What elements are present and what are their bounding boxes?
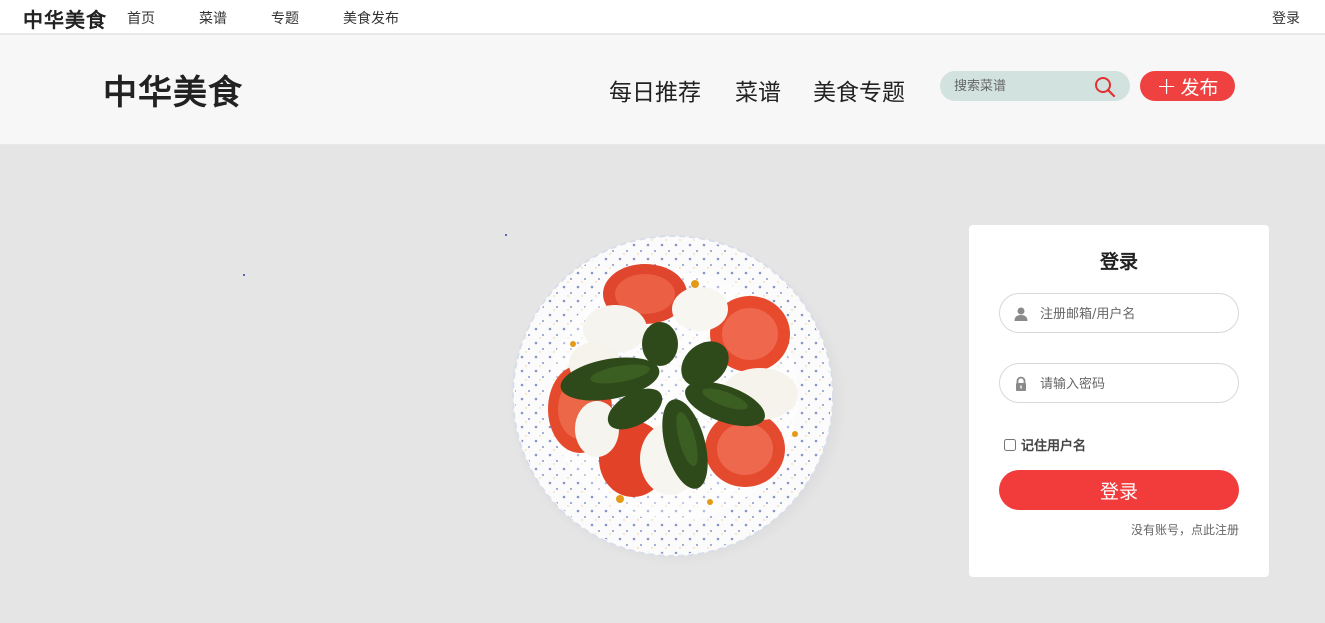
- food-plate-image: [507, 235, 845, 564]
- nav-daily-recommend[interactable]: 每日推荐: [609, 73, 701, 107]
- user-icon: [1014, 307, 1028, 321]
- top-login-link[interactable]: 登录: [1272, 8, 1300, 28]
- password-input[interactable]: [1040, 374, 1230, 394]
- decor-dot: [243, 274, 245, 276]
- remember-checkbox[interactable]: [1004, 438, 1016, 451]
- main-header: 中华美食 每日推荐 菜谱 美食专题 + 发布: [0, 35, 1325, 145]
- top-nav-publish[interactable]: 美食发布: [343, 8, 399, 28]
- nav-recipes[interactable]: 菜谱: [735, 73, 781, 107]
- password-field: [999, 363, 1239, 403]
- login-submit-button[interactable]: 登录: [999, 470, 1239, 510]
- register-link[interactable]: 没有账号，点此注册: [1131, 521, 1239, 538]
- search-input[interactable]: [954, 77, 1094, 95]
- login-card: 登录 记住用户名 登录 没有账号，点此注册: [969, 225, 1269, 577]
- publish-label: 发布: [1180, 76, 1219, 99]
- search-box: [940, 71, 1130, 101]
- lock-icon: [1016, 376, 1026, 391]
- login-title: 登录: [1099, 251, 1138, 273]
- username-input[interactable]: [1040, 304, 1230, 324]
- top-nav-home[interactable]: 首页: [127, 8, 155, 28]
- top-bar: 中华美食 首页 菜谱 专题 美食发布 登录: [0, 0, 1325, 34]
- site-logo[interactable]: 中华美食: [103, 65, 243, 114]
- nav-food-topics[interactable]: 美食专题: [813, 73, 905, 107]
- plus-icon: +: [1156, 72, 1177, 100]
- remember-label[interactable]: 记住用户名: [1021, 435, 1086, 454]
- top-nav-recipes[interactable]: 菜谱: [199, 8, 227, 28]
- top-brand[interactable]: 中华美食: [23, 4, 107, 33]
- publish-button[interactable]: + 发布: [1140, 71, 1235, 101]
- hero-banner: 登录 记住用户名 登录 没有账号，点此注册: [0, 146, 1325, 623]
- search-icon[interactable]: [1093, 75, 1117, 99]
- username-field: [999, 293, 1239, 333]
- remember-me: 记住用户名: [1004, 435, 1086, 454]
- top-nav-topics[interactable]: 专题: [271, 8, 299, 28]
